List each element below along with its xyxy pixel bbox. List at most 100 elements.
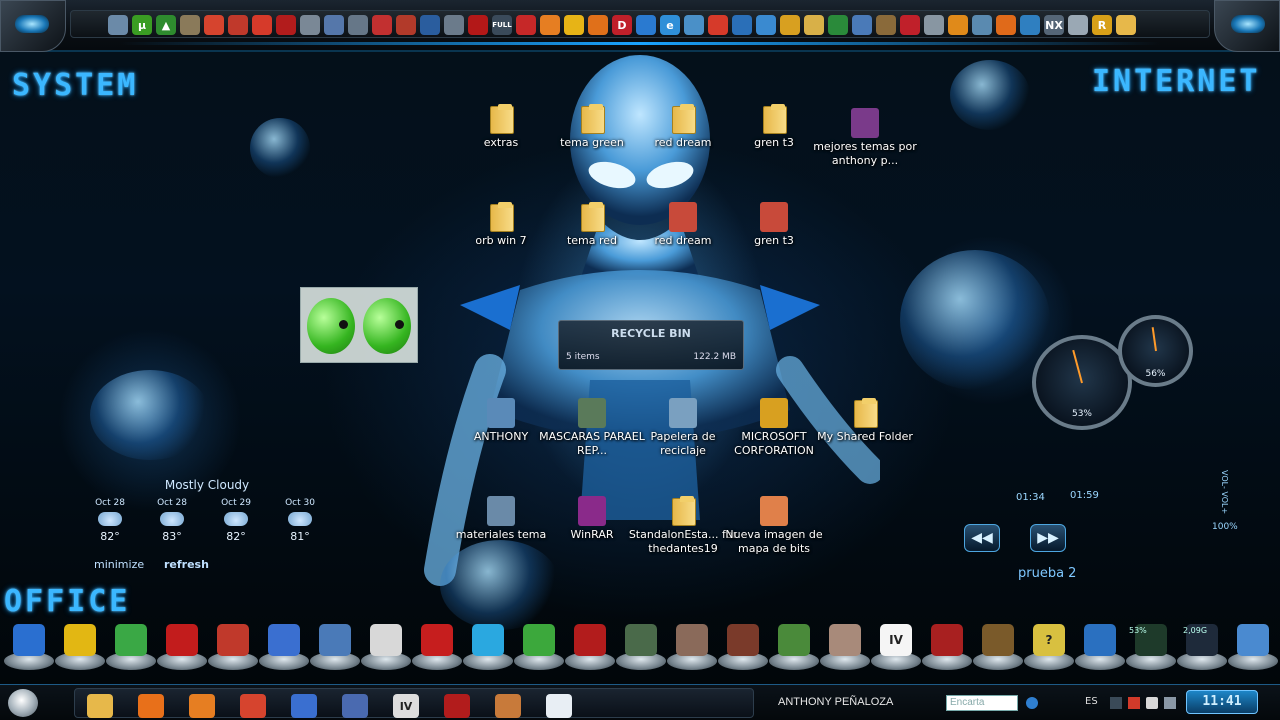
game-cover-icon[interactable] [412, 622, 462, 670]
weather-refresh-button[interactable]: refresh [164, 558, 209, 571]
archive-icon[interactable] [495, 694, 521, 718]
signpost-icon[interactable] [180, 15, 200, 35]
face-icon[interactable] [667, 622, 717, 670]
burn-icon[interactable] [208, 622, 258, 670]
flash-icon[interactable] [276, 15, 296, 35]
paint-icon[interactable] [780, 15, 800, 35]
wifi-icon[interactable] [708, 15, 728, 35]
language-indicator[interactable]: ES [1085, 696, 1098, 707]
smiley-icon[interactable] [564, 15, 584, 35]
globe-icon[interactable] [1020, 15, 1040, 35]
weather-minimize-button[interactable]: minimize [94, 558, 144, 571]
question-icon[interactable]: ? [1024, 622, 1074, 670]
mercenary-icon[interactable] [718, 622, 768, 670]
card-icon[interactable] [684, 15, 704, 35]
utorrent-icon[interactable]: µ [132, 15, 152, 35]
network-tray-icon[interactable] [1110, 697, 1122, 709]
desktop-icon[interactable]: My Shared Folder [810, 398, 920, 444]
install-icon[interactable] [310, 622, 360, 670]
chrome-icon[interactable] [240, 694, 266, 718]
desktop-icon[interactable]: mejores temas por anthony p... [810, 108, 920, 168]
desktop-icon[interactable]: gren t3 [719, 202, 829, 248]
firefox-icon[interactable] [540, 15, 560, 35]
game-icon[interactable] [342, 694, 368, 718]
swoosh-icon-art [370, 624, 402, 656]
note-icon[interactable] [804, 15, 824, 35]
gear-icon[interactable] [1068, 15, 1088, 35]
mouse-red-icon[interactable] [372, 15, 392, 35]
ebay-icon[interactable] [55, 622, 105, 670]
chrome-icon[interactable] [204, 15, 224, 35]
recycle-bin-icon [669, 398, 697, 428]
network-icon[interactable] [291, 694, 317, 718]
network-icon[interactable] [324, 15, 344, 35]
star-icon[interactable] [463, 622, 513, 670]
letter-d-icon[interactable]: D [612, 15, 632, 35]
flash-icon[interactable] [444, 694, 470, 718]
system-section-title: SYSTEM [12, 68, 139, 103]
photo-icon[interactable] [1228, 622, 1278, 670]
soldier-icon[interactable] [616, 622, 666, 670]
people-icon[interactable] [756, 15, 776, 35]
monitor-icon[interactable] [108, 15, 128, 35]
media-player-icon[interactable] [138, 694, 164, 718]
volume-tray-icon[interactable] [1146, 697, 1158, 709]
previous-button[interactable]: ◀◀ [964, 524, 1000, 552]
flash-icon[interactable] [565, 622, 615, 670]
next-button[interactable]: ▶▶ [1030, 524, 1066, 552]
search-people-icon[interactable] [1026, 697, 1038, 709]
swoosh-icon[interactable] [361, 622, 411, 670]
orange-ball-icon[interactable] [588, 15, 608, 35]
document-icon[interactable] [546, 694, 572, 718]
pen-tool-icon[interactable] [924, 15, 944, 35]
flag-tray-icon[interactable] [1128, 697, 1140, 709]
arrow-up-icon[interactable]: ▲ [156, 15, 176, 35]
pdf-red-icon[interactable] [252, 15, 272, 35]
cube-icon[interactable] [259, 622, 309, 670]
lips-icon[interactable] [468, 15, 488, 35]
ie-icon[interactable]: e [660, 15, 680, 35]
burn-icon[interactable] [228, 15, 248, 35]
avast-icon[interactable] [996, 15, 1016, 35]
desktop-icon[interactable]: Nueva imagen de mapa de bits [719, 496, 829, 556]
book-icon[interactable] [852, 15, 872, 35]
tray-expand-icon[interactable] [1164, 697, 1176, 709]
box-icon[interactable] [973, 622, 1023, 670]
ball-icon[interactable] [948, 15, 968, 35]
gta-iv-icon[interactable]: IV [871, 622, 921, 670]
pen-icon[interactable] [300, 15, 320, 35]
eyes-gadget[interactable] [300, 287, 418, 363]
briefcase-icon[interactable] [876, 15, 896, 35]
nexus-icon[interactable]: NX [1044, 15, 1064, 35]
start-button[interactable] [8, 689, 38, 717]
lips-icon[interactable] [157, 622, 207, 670]
folder-icon[interactable] [1116, 15, 1136, 35]
memory-meter-value: 2,09G [1183, 626, 1208, 635]
windows-icon[interactable] [4, 622, 54, 670]
glowing-orb [250, 118, 310, 178]
green-face-icon[interactable] [769, 622, 819, 670]
grandpa-icon[interactable] [820, 622, 870, 670]
excel-icon[interactable] [828, 15, 848, 35]
acrobat-icon[interactable] [900, 15, 920, 35]
bug-icon[interactable] [396, 15, 416, 35]
encarta-search-input[interactable]: Encarta [946, 695, 1018, 711]
fullscreen-icon[interactable]: FULL [492, 15, 512, 35]
wrench-icon[interactable] [444, 15, 464, 35]
tools-icon[interactable] [348, 15, 368, 35]
r-app-icon[interactable]: R [1092, 15, 1112, 35]
angry-birds-icon[interactable] [1075, 622, 1125, 670]
person-icon[interactable] [972, 15, 992, 35]
helmet-icon[interactable] [922, 622, 972, 670]
explorer-icon[interactable] [87, 694, 113, 718]
gta-iv-icon[interactable]: IV [393, 694, 419, 718]
chart-icon[interactable] [732, 15, 752, 35]
taskbar-clock[interactable]: 11:41 [1186, 690, 1258, 714]
link-icon[interactable] [420, 15, 440, 35]
firefox-icon[interactable] [189, 694, 215, 718]
red-screen-icon[interactable] [516, 15, 536, 35]
xbox-icon[interactable] [514, 622, 564, 670]
volume-control[interactable]: VOL- VOL+ [1220, 470, 1229, 514]
flag-icon[interactable] [636, 15, 656, 35]
ball-globe-icon[interactable] [106, 622, 156, 670]
